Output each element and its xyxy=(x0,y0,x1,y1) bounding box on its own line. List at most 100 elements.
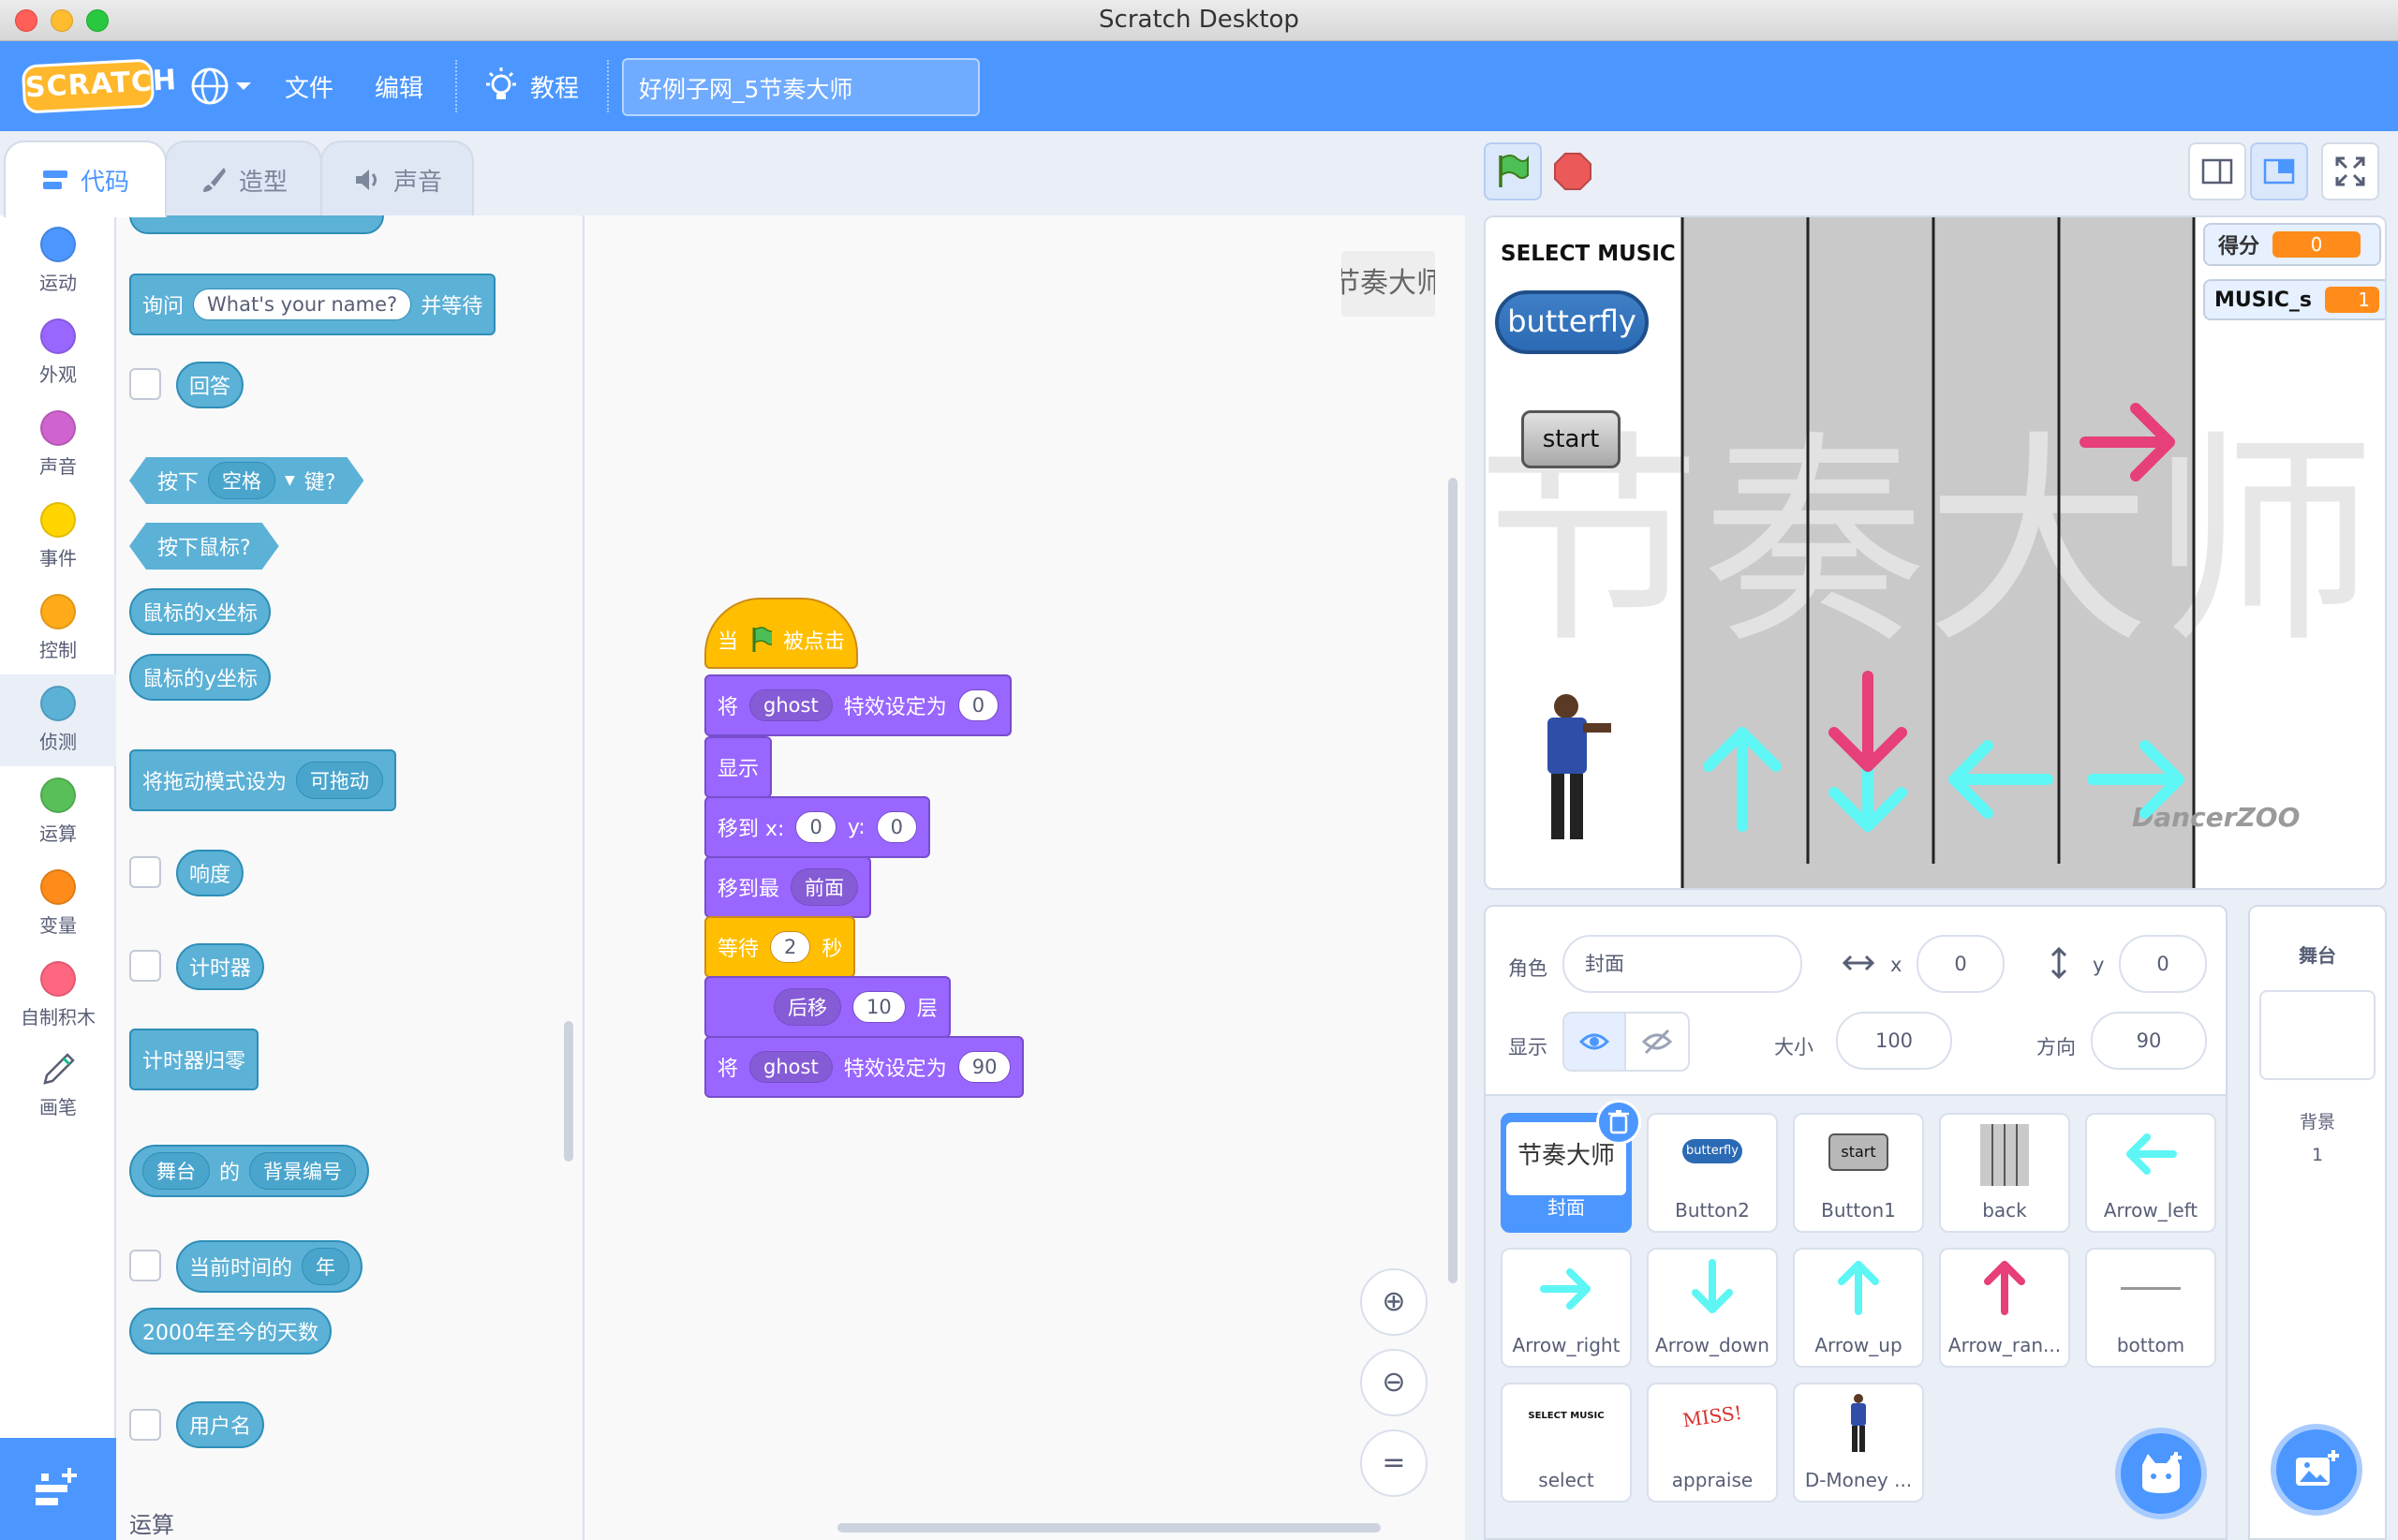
sprite-tile-dmoney[interactable]: D-Money ... xyxy=(1793,1383,1924,1503)
lightbulb-icon xyxy=(486,67,516,99)
delete-sprite-button[interactable] xyxy=(1596,1100,1641,1145)
stage[interactable]: 节奏大师 DancerZOO SELECT MUSIC butterfly st… xyxy=(1484,215,2387,890)
palette-current-time-block[interactable]: 当前时间的年 xyxy=(176,1240,363,1293)
category-pen[interactable]: 画笔 xyxy=(0,1042,116,1133)
green-flag-button[interactable] xyxy=(1484,142,1542,200)
go-to-xy-block[interactable]: 移到 x: 0 y: 0 xyxy=(704,796,931,858)
category-events[interactable]: 事件 xyxy=(0,491,116,583)
project-title-input[interactable]: 好例子网_5节奏大师 xyxy=(622,58,980,116)
stop-button[interactable] xyxy=(1544,142,1602,200)
score-monitor[interactable]: 得分 0 xyxy=(2203,223,2381,266)
butterfly-button[interactable]: butterfly xyxy=(1495,290,1649,354)
language-menu[interactable] xyxy=(189,66,255,107)
zoom-reset-button[interactable]: = xyxy=(1360,1429,1428,1497)
set-ghost-effect-block[interactable]: 将 ghost 特效设定为 0 xyxy=(704,674,1013,736)
palette-scrollbar[interactable] xyxy=(564,1021,573,1162)
wait-seconds-block[interactable]: 等待 2 秒 xyxy=(704,916,856,978)
size-input[interactable]: 100 xyxy=(1836,1012,1952,1070)
tab-sounds[interactable]: 声音 xyxy=(320,141,474,217)
tutorials-menu[interactable]: 教程 xyxy=(480,64,592,109)
category-menu: 运动 外观 声音 事件 控制 侦测 运算 变量 自制积木 画笔 xyxy=(0,215,116,1540)
stage-target-panel[interactable]: 舞台 背景 1 xyxy=(2248,905,2387,1540)
palette-days-since-2000-block[interactable]: 2000年至今的天数 xyxy=(129,1308,332,1355)
code-horizontal-scrollbar[interactable] xyxy=(837,1523,1381,1533)
category-sound[interactable]: 声音 xyxy=(0,399,116,491)
category-looks[interactable]: 外观 xyxy=(0,307,116,399)
sprite-tile-button2[interactable]: butterfly Button2 xyxy=(1647,1113,1778,1233)
scratch-logo[interactable]: SCRATCH xyxy=(21,58,178,114)
normal-stage-button[interactable] xyxy=(2250,142,2308,200)
category-my-blocks[interactable]: 自制积木 xyxy=(0,950,116,1042)
zoom-in-button[interactable]: ⊕ xyxy=(1360,1268,1428,1336)
palette-username-block[interactable]: 用户名 xyxy=(176,1401,265,1448)
show-block[interactable]: 显示 xyxy=(704,736,773,798)
sprite-tile-appraise[interactable]: MISS! appraise xyxy=(1647,1383,1778,1503)
sprite-tile-arrow-down[interactable]: Arrow_down xyxy=(1647,1248,1778,1368)
go-to-front-layer-block[interactable]: 移到最 前面 xyxy=(704,856,872,918)
sprite-tile-bottom[interactable]: bottom xyxy=(2085,1248,2216,1368)
stage-thumbnail[interactable] xyxy=(2259,990,2376,1080)
palette-block-partial[interactable] xyxy=(129,215,384,234)
username-checkbox[interactable] xyxy=(129,1409,161,1441)
palette-timer-block[interactable]: 计时器 xyxy=(176,943,265,990)
small-stage-button[interactable] xyxy=(2188,142,2246,200)
category-sensing[interactable]: 侦测 xyxy=(0,674,116,766)
sprite-tile-back[interactable]: back xyxy=(1939,1113,2070,1233)
palette-mouse-down-block[interactable]: 按下鼠标? xyxy=(129,523,279,570)
sprite-tile-arrow-left[interactable]: Arrow_left xyxy=(2085,1113,2216,1233)
palette-loudness-block[interactable]: 响度 xyxy=(176,850,244,896)
sprite-label: 角色 xyxy=(1508,957,1547,980)
hide-sprite-button[interactable] xyxy=(1626,1014,1688,1070)
sprite-tile-select[interactable]: SELECT MUSIC select xyxy=(1501,1383,1632,1503)
add-extension-button[interactable] xyxy=(0,1438,116,1540)
add-sprite-button[interactable] xyxy=(2115,1428,2207,1519)
code-vertical-scrollbar[interactable] xyxy=(1448,478,1458,1283)
score-value: 0 xyxy=(2272,231,2361,258)
code-workspace[interactable]: 节奏大师 当 被点击 将 ghost 特效设定为 0 显示 移到 x: 0 y: 0 移到最… xyxy=(585,215,1465,1540)
green-flag-icon xyxy=(752,627,772,652)
when-flag-clicked-block[interactable]: 当 被点击 xyxy=(704,598,858,669)
set-ghost-effect-block-2[interactable]: 将 ghost 特效设定为 90 xyxy=(704,1036,1025,1098)
fullscreen-button[interactable] xyxy=(2321,142,2379,200)
category-variables[interactable]: 变量 xyxy=(0,858,116,950)
palette-drag-mode-block[interactable]: 将拖动模式设为 可拖动 xyxy=(129,749,397,811)
globe-icon xyxy=(191,67,251,105)
show-sprite-button[interactable] xyxy=(1564,1014,1627,1070)
y-input[interactable]: 0 xyxy=(2119,935,2207,993)
timer-checkbox[interactable] xyxy=(129,950,161,982)
tab-code[interactable]: 代码 xyxy=(4,141,167,217)
add-backdrop-button[interactable] xyxy=(2271,1424,2362,1516)
palette-mouse-x-block[interactable]: 鼠标的x坐标 xyxy=(129,588,272,635)
category-control[interactable]: 控制 xyxy=(0,583,116,674)
palette-answer-block[interactable]: 回答 xyxy=(176,362,244,408)
x-input[interactable]: 0 xyxy=(1917,935,2005,993)
tab-costumes[interactable]: 造型 xyxy=(165,141,322,217)
back-thumbnail xyxy=(1980,1124,2029,1186)
palette-reset-timer-block[interactable]: 计时器归零 xyxy=(129,1029,259,1090)
palette-of-block[interactable]: 舞台的背景编号 xyxy=(129,1145,370,1197)
edit-menu[interactable]: 编辑 xyxy=(375,69,423,104)
brush-icon xyxy=(202,168,226,192)
direction-input[interactable]: 90 xyxy=(2091,1012,2207,1070)
sprite-tile-arrow-random[interactable]: Arrow_ran... xyxy=(1939,1248,2070,1368)
answer-checkbox[interactable] xyxy=(129,368,161,400)
sprite-name-input[interactable]: 封面 xyxy=(1562,935,1802,993)
category-operators[interactable]: 运算 xyxy=(0,766,116,858)
category-motion[interactable]: 运动 xyxy=(0,215,116,307)
image-plus-icon xyxy=(2296,1450,2339,1486)
eye-slash-icon xyxy=(1642,1029,1673,1055)
music-variable-monitor[interactable]: MUSIC_s 1 xyxy=(2203,279,2385,320)
start-button[interactable]: start xyxy=(1521,410,1621,468)
stop-icon xyxy=(1554,153,1591,190)
sprite-tile-arrow-up[interactable]: Arrow_up xyxy=(1793,1248,1924,1368)
palette-mouse-y-block[interactable]: 鼠标的y坐标 xyxy=(129,654,272,701)
sprite-tile-arrow-right[interactable]: Arrow_right xyxy=(1501,1248,1632,1368)
zoom-out-button[interactable]: ⊖ xyxy=(1360,1349,1428,1416)
palette-ask-block[interactable]: 询问 What's your name? 并等待 xyxy=(129,274,496,335)
go-backward-layers-block[interactable]: 后移 10 层 xyxy=(704,976,951,1038)
file-menu[interactable]: 文件 xyxy=(285,69,333,104)
sprite-tile-button1[interactable]: start Button1 xyxy=(1793,1113,1924,1233)
loudness-checkbox[interactable] xyxy=(129,856,161,888)
palette-key-pressed-block[interactable]: 按下 空格 ▼ 键? xyxy=(129,457,363,504)
current-time-checkbox[interactable] xyxy=(129,1250,161,1281)
